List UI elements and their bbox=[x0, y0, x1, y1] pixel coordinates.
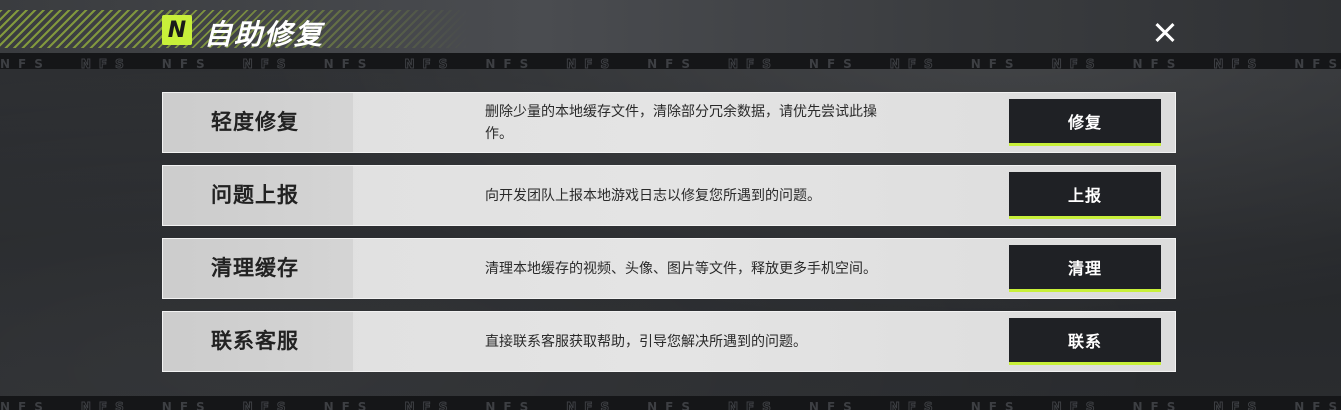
repair-option-report: 问题上报 向开发团队上报本地游戏日志以修复您所遇到的问题。 上报 bbox=[162, 165, 1176, 226]
option-description: 向开发团队上报本地游戏日志以修复您所遇到的问题。 bbox=[485, 188, 821, 204]
clear-button[interactable]: 清理 bbox=[1009, 245, 1161, 292]
option-title: 清理缓存 bbox=[211, 256, 299, 280]
repair-button[interactable]: 修复 bbox=[1009, 99, 1161, 146]
repair-options-list: 轻度修复 删除少量的本地缓存文件，清除部分冗余数据，请优先尝试此操作。 修复 问… bbox=[162, 92, 1176, 384]
option-description: 直接联系客服获取帮助，引导您解决所遇到的问题。 bbox=[485, 334, 807, 350]
report-button[interactable]: 上报 bbox=[1009, 172, 1161, 219]
option-title: 联系客服 bbox=[211, 329, 299, 353]
close-icon[interactable] bbox=[1150, 18, 1180, 48]
page-title: 自助修复 bbox=[204, 18, 325, 51]
watermark-strip-top: NFS NFS NFS NFS NFS NFS NFS NFS NFS NFS NFS NFS NFS N… bbox=[0, 53, 1341, 69]
option-description: 删除少量的本地缓存文件，清除部分冗余数据，请优先尝试此操作。 bbox=[485, 104, 877, 142]
repair-option-clear-cache: 清理缓存 清理本地缓存的视频、头像、图片等文件，释放更多手机空间。 清理 bbox=[162, 238, 1176, 299]
option-title: 问题上报 bbox=[211, 183, 299, 207]
repair-option-light: 轻度修复 删除少量的本地缓存文件，清除部分冗余数据，请优先尝试此操作。 修复 bbox=[162, 92, 1176, 153]
header-bar: N 自助修复 bbox=[0, 0, 1341, 53]
watermark-strip-bottom: NFS NFS NFS NFS NFS NFS NFS NFS NFS NFS NFS NFS NFS N… bbox=[0, 396, 1341, 410]
repair-option-contact: 联系客服 直接联系客服获取帮助，引导您解决所遇到的问题。 联系 bbox=[162, 311, 1176, 372]
option-description: 清理本地缓存的视频、头像、图片等文件，释放更多手机空间。 bbox=[485, 261, 877, 277]
option-title: 轻度修复 bbox=[211, 110, 299, 134]
contact-button[interactable]: 联系 bbox=[1009, 318, 1161, 365]
logo-icon: N bbox=[162, 15, 192, 45]
